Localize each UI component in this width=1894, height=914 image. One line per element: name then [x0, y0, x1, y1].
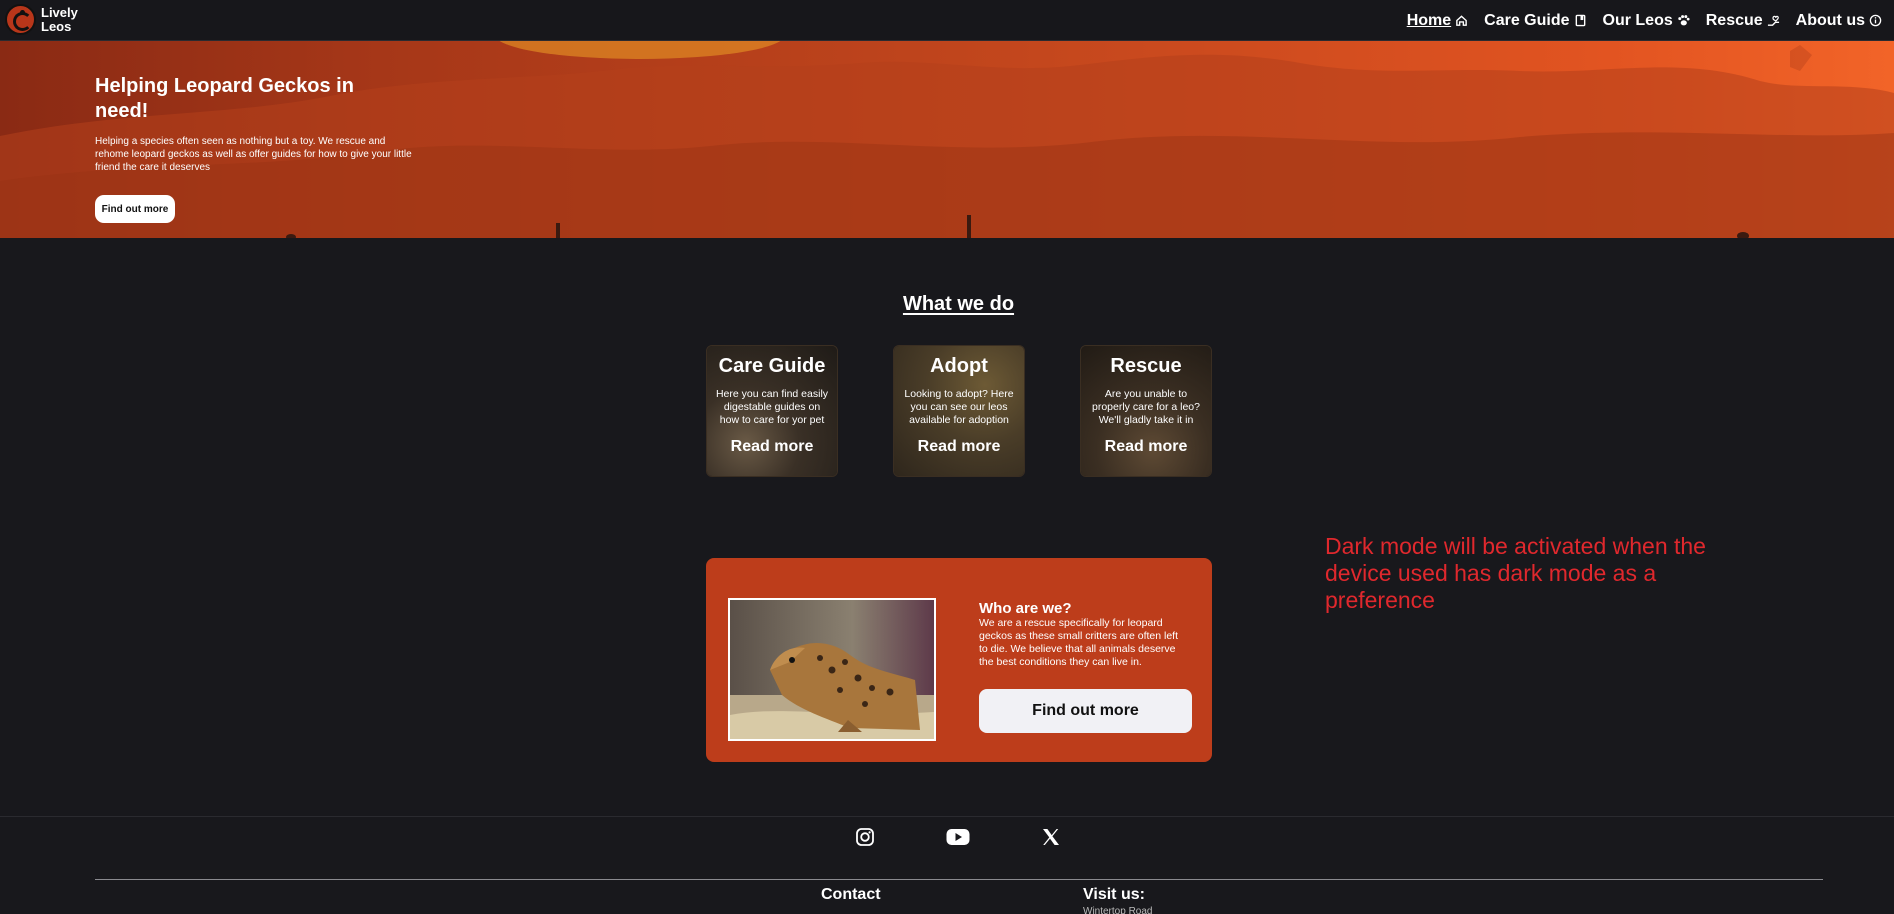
youtube-icon[interactable] — [945, 826, 971, 848]
brand-name: Lively Leos — [41, 4, 78, 34]
nav-label: Care Guide — [1484, 11, 1570, 29]
who-are-we-text: We are a rescue specifically for leopard… — [979, 617, 1179, 668]
who-find-out-more-button[interactable]: Find out more — [979, 689, 1192, 733]
who-are-we-title: Who are we? — [979, 600, 1072, 617]
card-title: Care Guide — [718, 355, 826, 377]
nav-item-care-guide[interactable]: Care Guide — [1484, 12, 1586, 30]
card-adopt[interactable]: Adopt Looking to adopt? Here you can see… — [893, 345, 1025, 477]
footer-contact-heading: Contact — [821, 886, 881, 903]
paw-icon — [1678, 15, 1690, 26]
hero-title: Helping Leopard Geckos in need! — [95, 75, 354, 122]
card-care-guide[interactable]: Care Guide Here you can find easily dige… — [706, 345, 838, 477]
footer-visit-heading: Visit us: — [1083, 886, 1145, 903]
nav-item-home[interactable]: Home — [1407, 12, 1468, 30]
instagram-icon[interactable] — [852, 826, 878, 848]
card-read-more-link[interactable]: Read more — [1081, 438, 1211, 456]
brand[interactable]: Lively Leos — [5, 4, 81, 35]
hero-banner: Helping Leopard Geckos in need! Helping … — [0, 41, 1894, 238]
card-text: Looking to adopt? Here you can see our l… — [904, 388, 1014, 426]
footer-visit-address: Wintertop Road — [1083, 906, 1153, 914]
card-read-more-link[interactable]: Read more — [894, 438, 1024, 456]
main-nav: Home Care Guide Our Leos Rescue About us — [1407, 0, 1882, 41]
hero-description: Helping a species often seen as nothing … — [95, 136, 412, 173]
card-text: Are you unable to properly care for a le… — [1092, 388, 1200, 426]
top-navbar: Lively Leos Home Care Guide Our Leos Res… — [0, 0, 1894, 41]
what-we-do-heading: What we do — [902, 293, 1015, 315]
card-read-more-link[interactable]: Read more — [707, 438, 837, 456]
nav-item-rescue[interactable]: Rescue — [1706, 12, 1780, 30]
book-icon — [1575, 14, 1585, 27]
x-icon[interactable] — [1038, 826, 1064, 848]
nav-label: Home — [1406, 11, 1452, 29]
dark-mode-note: Dark mode will be activated when the dev… — [1325, 533, 1706, 613]
nav-label: Rescue — [1705, 11, 1763, 29]
rescue-icon — [1767, 15, 1779, 26]
footer-rule — [95, 879, 1823, 880]
card-title: Adopt — [930, 355, 988, 377]
hero-find-out-more-button[interactable]: Find out more — [95, 195, 175, 223]
card-title: Rescue — [1110, 355, 1182, 377]
gecko-photo — [728, 598, 936, 741]
card-rescue[interactable]: Rescue Are you unable to properly care f… — [1080, 345, 1212, 477]
card-text: Here you can find easily digestable guid… — [715, 388, 829, 426]
nav-label: About us — [1795, 11, 1865, 29]
info-icon — [1869, 14, 1882, 27]
nav-item-about-us[interactable]: About us — [1796, 12, 1882, 30]
who-are-we-panel: Who are we? We are a rescue specifically… — [706, 558, 1212, 762]
nav-label: Our Leos — [1602, 11, 1673, 29]
footer-divider-top — [0, 816, 1894, 817]
gecko-logo-icon — [5, 4, 36, 35]
nav-item-our-leos[interactable]: Our Leos — [1603, 12, 1690, 30]
home-icon — [1456, 15, 1467, 26]
